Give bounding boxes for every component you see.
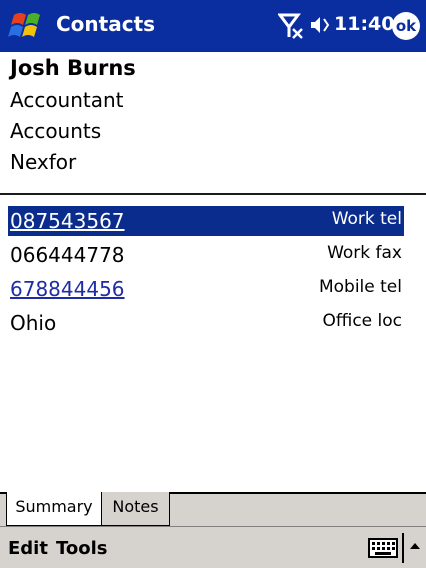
detail-row-work-tel[interactable]: 087543567 Work tel (8, 206, 404, 236)
contact-company: Nexfor (10, 150, 77, 174)
detail-row-mobile-tel[interactable]: 678844456 Mobile tel (8, 274, 404, 304)
tab-summary[interactable]: Summary (6, 492, 102, 526)
tab-bar: Summary Notes (0, 492, 426, 526)
keyboard-icon[interactable] (368, 537, 398, 559)
sip-arrow-up-icon[interactable] (408, 539, 422, 553)
work-tel-value[interactable]: 087543567 (10, 209, 125, 233)
menu-edit[interactable]: Edit (8, 538, 48, 559)
work-tel-label: Work tel (331, 209, 402, 229)
menu-separator (402, 533, 404, 563)
mobile-tel-value[interactable]: 678844456 (10, 277, 125, 301)
work-fax-label: Work fax (327, 243, 402, 263)
mobile-tel-label: Mobile tel (318, 277, 402, 297)
contact-job-title: Accountant (10, 88, 124, 112)
volume-icon[interactable] (309, 14, 331, 36)
menu-tools[interactable]: Tools (56, 538, 108, 559)
title-bar: Contacts 11:40 ok (0, 0, 426, 52)
clock[interactable]: 11:40 (334, 13, 394, 35)
office-loc-value: Ohio (10, 311, 57, 335)
menu-bar: Edit Tools (0, 526, 426, 568)
windows-start-icon[interactable] (8, 9, 48, 45)
office-loc-label: Office loc (322, 311, 403, 331)
divider (0, 193, 426, 195)
tab-notes[interactable]: Notes (102, 492, 170, 526)
work-fax-value: 066444778 (10, 243, 125, 267)
app-title: Contacts (56, 12, 156, 36)
contact-name: Josh Burns (10, 56, 136, 80)
detail-row-office-loc[interactable]: Ohio Office loc (8, 308, 404, 338)
detail-row-work-fax[interactable]: 066444778 Work fax (8, 240, 404, 270)
ok-button[interactable]: ok (392, 12, 420, 40)
contact-department: Accounts (10, 119, 102, 143)
signal-off-icon[interactable] (278, 11, 304, 41)
